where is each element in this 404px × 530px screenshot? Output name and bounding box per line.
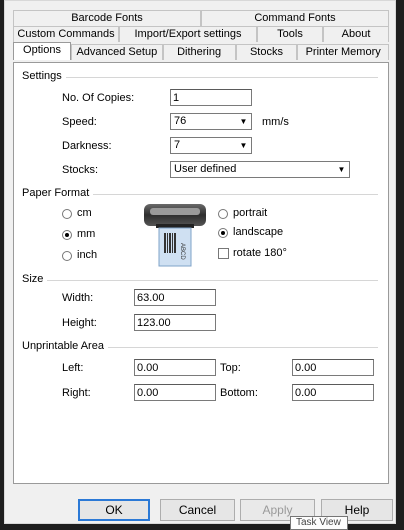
rotate-180-label: rotate 180°: [233, 247, 287, 259]
unit-mm-label: mm: [77, 228, 96, 240]
tab-command-fonts[interactable]: Command Fonts: [201, 10, 389, 26]
tab-import-export-settings[interactable]: Import/Export settings: [119, 26, 257, 42]
right-margin-label: Right:: [62, 387, 91, 399]
chevron-down-icon[interactable]: ▼: [237, 139, 250, 152]
copies-input[interactable]: [170, 89, 252, 106]
orientation-portrait-radio[interactable]: [218, 209, 228, 219]
task-view-tooltip: Task View: [290, 516, 348, 530]
darkness-label: Darkness:: [62, 140, 112, 152]
speed-unit: mm/s: [262, 116, 289, 128]
speed-select[interactable]: 76 ▼: [170, 113, 252, 130]
bottom-margin-input[interactable]: [292, 384, 374, 401]
tab-custom-commands[interactable]: Custom Commands: [13, 26, 119, 42]
tab-row-2: Custom Commands Import/Export settings T…: [13, 26, 389, 42]
tab-tools[interactable]: Tools: [257, 26, 323, 42]
size-group-title: Size: [22, 273, 48, 285]
unit-inch-radio[interactable]: [62, 251, 72, 261]
left-margin-input[interactable]: [134, 359, 216, 376]
unprintable-group-title: Unprintable Area: [22, 340, 108, 352]
chevron-down-icon[interactable]: ▼: [237, 115, 250, 128]
stocks-label: Stocks:: [62, 164, 99, 176]
copies-label: No. Of Copies:: [62, 92, 135, 104]
cancel-button[interactable]: Cancel: [160, 499, 235, 521]
left-margin-label: Left:: [62, 362, 84, 374]
printer-properties-window: Barcode Fonts Command Fonts Custom Comma…: [4, 0, 396, 524]
width-input[interactable]: [134, 289, 216, 306]
darkness-value: 7: [174, 139, 181, 151]
tab-about[interactable]: About: [323, 26, 389, 42]
tab-advanced-setup[interactable]: Advanced Setup: [71, 44, 163, 60]
speed-label: Speed:: [62, 116, 97, 128]
tab-row-1: Barcode Fonts Command Fonts: [13, 10, 389, 26]
settings-group-line: [24, 77, 378, 78]
stocks-select[interactable]: User defined ▼: [170, 161, 350, 178]
unit-cm-label: cm: [77, 207, 92, 219]
height-label: Height:: [62, 317, 97, 329]
darkness-select[interactable]: 7 ▼: [170, 137, 252, 154]
tab-options[interactable]: Options: [13, 42, 72, 60]
orientation-landscape-label: landscape: [233, 226, 284, 238]
paper-format-group-title: Paper Format: [22, 187, 94, 199]
chevron-down-icon[interactable]: ▼: [335, 163, 348, 176]
size-group-line: [24, 280, 378, 281]
tab-row-3: Options Advanced Setup Dithering Stocks …: [13, 42, 389, 60]
orientation-landscape-radio[interactable]: [218, 228, 228, 238]
width-label: Width:: [62, 292, 94, 304]
tab-barcode-fonts[interactable]: Barcode Fonts: [13, 10, 201, 26]
top-margin-input[interactable]: [292, 359, 374, 376]
tab-printer-memory[interactable]: Printer Memory: [297, 44, 389, 60]
tab-dithering[interactable]: Dithering: [162, 44, 236, 60]
bottom-margin-label: Bottom:: [220, 387, 258, 399]
unit-mm-radio[interactable]: [62, 230, 72, 240]
ok-button[interactable]: OK: [78, 499, 150, 521]
tab-stocks[interactable]: Stocks: [235, 44, 298, 60]
right-margin-input[interactable]: [134, 384, 216, 401]
unit-cm-radio[interactable]: [62, 209, 72, 219]
stocks-value: User defined: [174, 163, 237, 175]
speed-value: 76: [174, 115, 187, 127]
orientation-portrait-label: portrait: [233, 207, 268, 219]
unit-inch-label: inch: [77, 249, 98, 261]
top-margin-label: Top:: [220, 362, 241, 374]
settings-group-title: Settings: [22, 70, 66, 82]
height-input[interactable]: [134, 314, 216, 331]
printer-illustration-icon: [144, 204, 206, 267]
options-panel: Settings No. Of Copies: Speed: 76 ▼ mm/s…: [13, 62, 389, 484]
rotate-180-checkbox[interactable]: [218, 248, 229, 259]
label-sample-text: ABCD: [179, 243, 185, 260]
